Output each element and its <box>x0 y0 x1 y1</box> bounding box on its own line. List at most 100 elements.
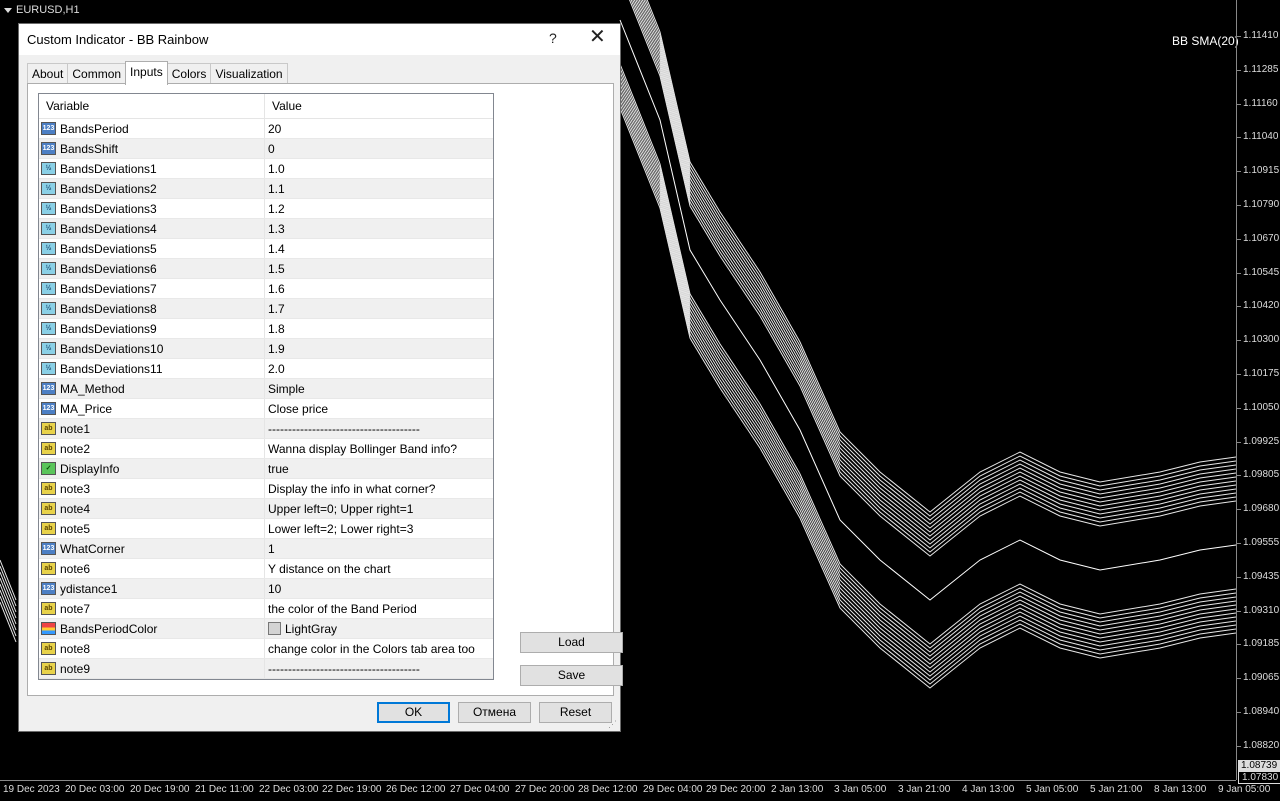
variable-cell[interactable]: ab note3 <box>39 479 265 498</box>
table-row[interactable]: ab note2 Wanna display Bollinger Band info… <box>39 439 493 459</box>
variable-cell[interactable]: ab note4 <box>39 499 265 518</box>
value-cell[interactable]: LightGray <box>265 619 493 638</box>
variable-cell[interactable]: ½ BandsDeviations9 <box>39 319 265 338</box>
save-button[interactable]: Save <box>520 665 623 686</box>
variable-cell[interactable]: ½ BandsDeviations2 <box>39 179 265 198</box>
table-row[interactable]: ab note8 change color in the Colors tab ar… <box>39 639 493 659</box>
table-row[interactable]: ½ BandsDeviations6 1.5 <box>39 259 493 279</box>
variable-cell[interactable]: ½ BandsDeviations4 <box>39 219 265 238</box>
variable-cell[interactable]: ab note9 <box>39 659 265 678</box>
color-swatch[interactable] <box>268 622 281 635</box>
value-cell[interactable]: Y distance on the chart <box>265 559 493 578</box>
value-cell[interactable]: -------------------------------------- <box>265 659 493 678</box>
value-cell[interactable]: change color in the Colors tab area too <box>265 639 493 658</box>
variable-cell[interactable]: ab note6 <box>39 559 265 578</box>
column-header-variable[interactable]: Variable <box>39 94 265 118</box>
value-cell[interactable]: 2.0 <box>265 359 493 378</box>
value-cell[interactable]: 0 <box>265 139 493 158</box>
close-icon[interactable]: ✕ <box>589 27 606 47</box>
table-row[interactable]: 123 BandsShift 0 <box>39 139 493 159</box>
resize-grip-icon[interactable]: ⋰ <box>608 719 618 729</box>
variable-cell[interactable]: 123 MA_Method <box>39 379 265 398</box>
table-row[interactable]: ab note1 ---------------------------------… <box>39 419 493 439</box>
tab-about[interactable]: About <box>27 63 69 84</box>
table-row[interactable]: ½ BandsDeviations7 1.6 <box>39 279 493 299</box>
tab-visualization[interactable]: Visualization <box>210 63 288 84</box>
variable-cell[interactable]: ½ BandsDeviations8 <box>39 299 265 318</box>
value-cell[interactable]: 1.1 <box>265 179 493 198</box>
value-cell[interactable]: Close price <box>265 399 493 418</box>
table-row[interactable]: ½ BandsDeviations4 1.3 <box>39 219 493 239</box>
value-cell[interactable]: -------------------------------------- <box>265 419 493 438</box>
variable-cell[interactable]: 123 BandsPeriod <box>39 119 265 138</box>
value-cell[interactable]: Display the info in what corner? <box>265 479 493 498</box>
help-button[interactable]: ? <box>549 30 557 46</box>
variable-cell[interactable]: ½ BandsDeviations7 <box>39 279 265 298</box>
value-cell[interactable]: Upper left=0; Upper right=1 <box>265 499 493 518</box>
table-row[interactable]: ab note7 the color of the Band Period <box>39 599 493 619</box>
table-row[interactable]: ½ BandsDeviations1 1.0 <box>39 159 493 179</box>
variable-cell[interactable]: BandsPeriodColor <box>39 619 265 638</box>
variable-cell[interactable]: ab note7 <box>39 599 265 618</box>
value-cell[interactable]: 1.6 <box>265 279 493 298</box>
variable-cell[interactable]: ½ BandsDeviations6 <box>39 259 265 278</box>
value-cell[interactable]: 1.8 <box>265 319 493 338</box>
variable-cell[interactable]: ½ BandsDeviations10 <box>39 339 265 358</box>
ok-button[interactable]: OK <box>377 702 450 723</box>
table-row[interactable]: ab note4 Upper left=0; Upper right=1 <box>39 499 493 519</box>
variable-cell[interactable]: ½ BandsDeviations5 <box>39 239 265 258</box>
value-cell[interactable]: 1.5 <box>265 259 493 278</box>
value-cell[interactable]: 1.0 <box>265 159 493 178</box>
value-cell[interactable]: 1.3 <box>265 219 493 238</box>
price-axis[interactable]: 1.11410 1.11285 1.11160 1.11040 1.10915 1.107… <box>1236 0 1280 780</box>
table-row[interactable]: BandsPeriodColor LightGray <box>39 619 493 639</box>
variable-cell[interactable]: 123 MA_Price <box>39 399 265 418</box>
table-row[interactable]: ½ BandsDeviations5 1.4 <box>39 239 493 259</box>
table-row[interactable]: 123 MA_Method Simple <box>39 379 493 399</box>
table-row[interactable]: ½ BandsDeviations10 1.9 <box>39 339 493 359</box>
variable-cell[interactable]: ½ BandsDeviations3 <box>39 199 265 218</box>
value-cell[interactable]: 20 <box>265 119 493 138</box>
value-cell[interactable]: 1.2 <box>265 199 493 218</box>
dropdown-triangle-icon[interactable] <box>4 7 12 13</box>
variable-cell[interactable]: ✓ DisplayInfo <box>39 459 265 478</box>
value-cell[interactable]: 1 <box>265 539 493 558</box>
table-row[interactable]: ½ BandsDeviations9 1.8 <box>39 319 493 339</box>
tab-inputs[interactable]: Inputs <box>125 61 168 85</box>
table-row[interactable]: ab note9 ---------------------------------… <box>39 659 493 679</box>
value-cell[interactable]: Lower left=2; Lower right=3 <box>265 519 493 538</box>
value-cell[interactable]: Simple <box>265 379 493 398</box>
load-button[interactable]: Load <box>520 632 623 653</box>
variable-cell[interactable]: ab note1 <box>39 419 265 438</box>
value-cell[interactable]: 10 <box>265 579 493 598</box>
table-row[interactable]: 123 MA_Price Close price <box>39 399 493 419</box>
variable-cell[interactable]: 123 WhatCorner <box>39 539 265 558</box>
value-cell[interactable]: true <box>265 459 493 478</box>
table-row[interactable]: 123 BandsPeriod 20 <box>39 119 493 139</box>
reset-button[interactable]: Reset <box>539 702 612 723</box>
table-row[interactable]: ✓ DisplayInfo true <box>39 459 493 479</box>
table-row[interactable]: ab note6 Y distance on the chart <box>39 559 493 579</box>
table-row[interactable]: ½ BandsDeviations8 1.7 <box>39 299 493 319</box>
value-cell[interactable]: the color of the Band Period <box>265 599 493 618</box>
variable-cell[interactable]: ab note5 <box>39 519 265 538</box>
variable-cell[interactable]: ½ BandsDeviations11 <box>39 359 265 378</box>
variable-cell[interactable]: 123 ydistance1 <box>39 579 265 598</box>
column-header-value[interactable]: Value <box>265 94 493 118</box>
table-row[interactable]: ab note5 Lower left=2; Lower right=3 <box>39 519 493 539</box>
time-axis[interactable]: 19 Dec 2023 20 Dec 03:00 20 Dec 19:00 21 De… <box>0 780 1270 801</box>
value-cell[interactable]: 1.9 <box>265 339 493 358</box>
cancel-button[interactable]: Отмена <box>458 702 531 723</box>
tab-colors[interactable]: Colors <box>166 63 212 84</box>
table-row[interactable]: ab note3 Display the info in what corner? <box>39 479 493 499</box>
variable-cell[interactable]: 123 BandsShift <box>39 139 265 158</box>
tab-common[interactable]: Common <box>67 63 127 84</box>
table-row[interactable]: 123 ydistance1 10 <box>39 579 493 599</box>
variable-cell[interactable]: ab note8 <box>39 639 265 658</box>
value-cell[interactable]: 1.7 <box>265 299 493 318</box>
table-row[interactable]: ½ BandsDeviations2 1.1 <box>39 179 493 199</box>
table-row[interactable]: 123 WhatCorner 1 <box>39 539 493 559</box>
table-row[interactable]: ½ BandsDeviations11 2.0 <box>39 359 493 379</box>
value-cell[interactable]: Wanna display Bollinger Band info? <box>265 439 493 458</box>
title-bar[interactable]: Custom Indicator - BB Rainbow ? ✕ <box>19 24 620 55</box>
